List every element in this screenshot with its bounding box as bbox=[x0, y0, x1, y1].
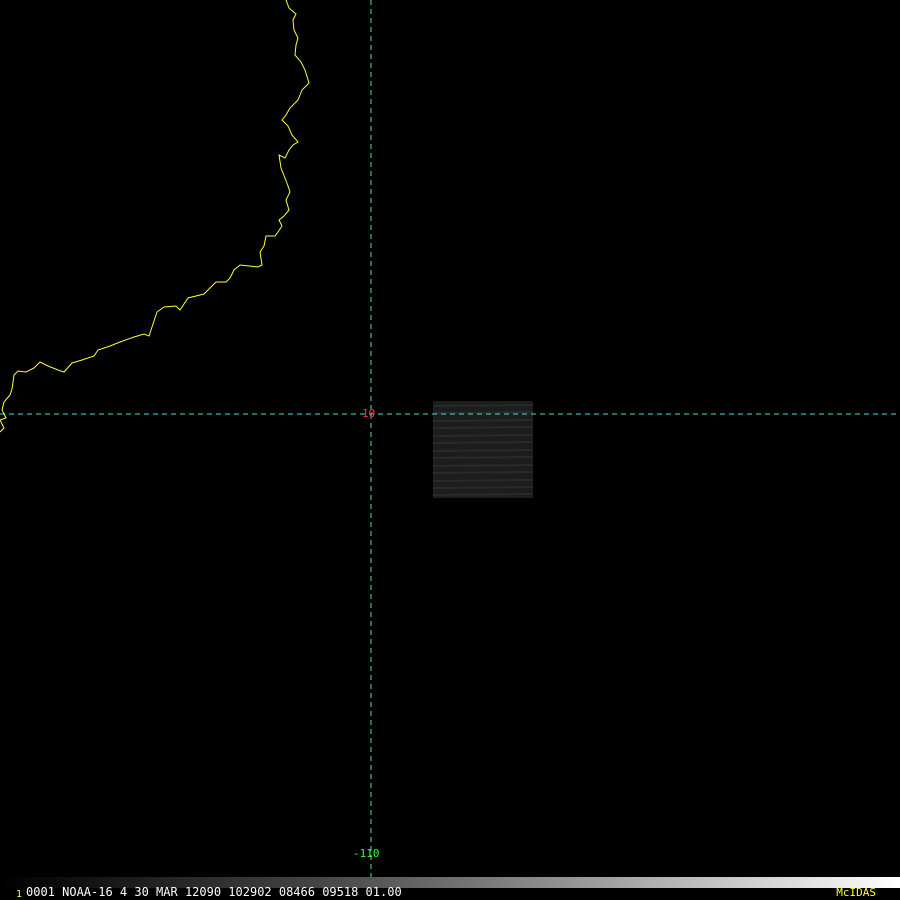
latitude-label: 10 bbox=[362, 407, 376, 420]
status-text: 0001 NOAA-16 4 30 MAR 12090 102902 08466… bbox=[26, 885, 402, 899]
frame-number: 1 bbox=[16, 889, 23, 900]
imagery-patch bbox=[432, 401, 534, 498]
map-canvas bbox=[0, 0, 900, 900]
mcidas-brand: McIDAS bbox=[836, 886, 876, 899]
longitude-label: -110 bbox=[353, 847, 380, 860]
